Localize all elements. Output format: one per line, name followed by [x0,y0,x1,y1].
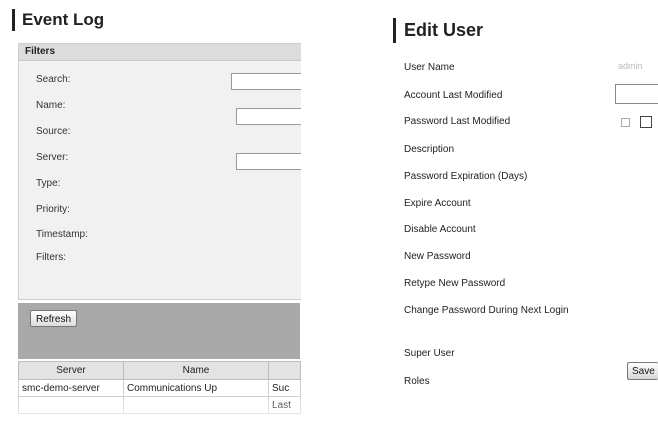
refresh-button[interactable]: Refresh [30,310,78,327]
server-input[interactable] [236,153,301,170]
label-disable-account: Disable Account [404,224,476,235]
table-row[interactable]: Last [18,396,301,414]
account-last-modified-field[interactable] [615,84,658,104]
label-roles: Roles [404,376,430,387]
label-password-expiration: Password Expiration (Days) [404,171,528,182]
table-row[interactable]: smc-demo-server Communications Up Suc [18,379,301,397]
save-button[interactable]: Save [627,362,658,380]
label-account-last-modified: Account Last Modified [404,90,503,101]
filter-label-priority: Priority: [36,204,70,215]
label-user-name: User Name [404,62,455,73]
label-description: Description [404,144,455,155]
filters-header: Filters [19,44,301,61]
edit-user-title: Edit User [393,18,483,43]
search-input[interactable] [231,73,301,90]
cell-name: Communications Up [123,379,269,397]
column-header-server[interactable]: Server [18,361,124,380]
event-log-panel: Event Log Filters Search: Name: Source: … [0,0,301,430]
table-header-row: Server Name [18,361,301,380]
column-header-status[interactable] [268,361,301,380]
label-change-password-next-login: Change Password During Next Login [404,305,569,316]
edit-user-panel: Edit User User Name admin Account Last M… [386,0,658,430]
table-toolbar: Refresh [18,303,300,359]
filter-label-timestamp: Timestamp: [36,229,88,240]
cell-name [123,396,269,414]
filter-label-name: Name: [36,100,66,111]
cell-server [18,396,124,414]
label-new-password: New Password [404,251,471,262]
label-expire-account: Expire Account [404,198,471,209]
password-last-modified-checkbox[interactable] [621,118,630,127]
event-log-title: Event Log [12,9,104,31]
label-retype-new-password: Retype New Password [404,278,506,289]
cell-status: Last [268,396,301,414]
name-input[interactable] [236,108,301,125]
user-name-value: admin [618,61,643,71]
filter-label-server: Server: [36,152,69,163]
filters-box: Filters Search: Name: Source: Server: Ty… [18,43,301,300]
filter-label-filters: Filters: [36,252,66,263]
label-super-user: Super User [404,348,455,359]
column-header-name[interactable]: Name [123,361,269,380]
filter-label-source: Source: [36,126,71,137]
label-password-last-modified: Password Last Modified [404,116,511,127]
cell-server: smc-demo-server [18,379,124,397]
filter-label-type: Type: [36,178,61,189]
password-last-modified-checkbox-2[interactable] [640,116,652,128]
cell-status: Suc [268,379,301,397]
events-table: Server Name smc-demo-server Communicatio… [18,361,301,414]
filter-label-search: Search: [36,74,71,85]
